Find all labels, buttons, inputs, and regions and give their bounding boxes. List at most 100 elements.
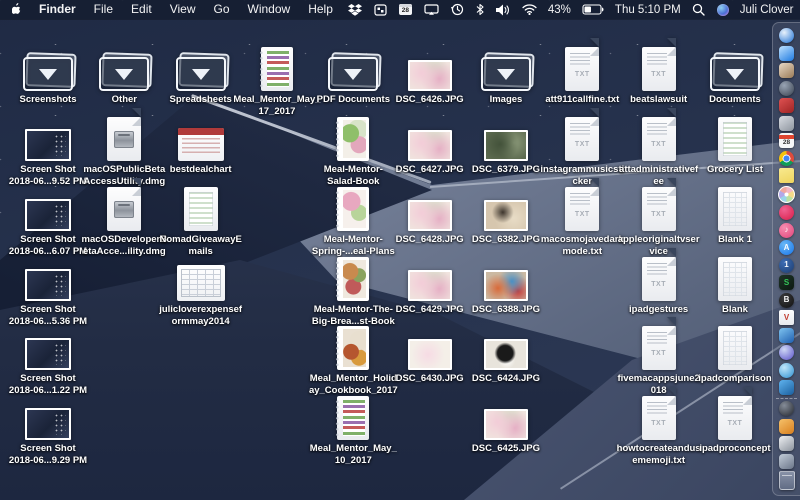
v-doc-app-dock-icon[interactable]: V: [779, 310, 794, 325]
desktop-icon-screenshots[interactable]: Screenshots: [4, 43, 92, 106]
desktop-icon-meal-mentor-spring-eal-plans[interactable]: Meal-Mentor- Spring-...eal-Plans: [309, 183, 397, 258]
desktop-icon-blank-1[interactable]: Blank 1: [691, 183, 779, 246]
stocks-dock-icon[interactable]: S: [779, 275, 794, 290]
desktop-icon-dsc-6426-jpg[interactable]: DSC_6426.JPG: [386, 43, 474, 106]
desktop-icon-ipadproconcept[interactable]: TXTipadproconcept: [691, 392, 779, 455]
window-grid-icon[interactable]: [368, 0, 393, 19]
finder-dock-icon[interactable]: [779, 46, 794, 61]
desktop-icon-dsc-6428-jpg[interactable]: DSC_6428.JPG: [386, 183, 474, 246]
desktop-icon-screen-shot-2018-06-9-29-pm[interactable]: Screen Shot 2018-06...9.29 PM: [4, 392, 92, 467]
bluetooth-icon[interactable]: [470, 0, 490, 19]
desktop-icon-screen-shot-2018-06-6-07-pm[interactable]: Screen Shot 2018-06...6.07 PM: [4, 183, 92, 258]
chrome-dock-icon[interactable]: [779, 151, 794, 166]
spotlight-search-icon[interactable]: [686, 0, 711, 19]
stack-arrow-icon: [344, 69, 362, 80]
desktop-icon-grocery-list[interactable]: Grocery List: [691, 113, 779, 176]
trash-dock-icon[interactable]: [779, 471, 795, 490]
pixelmator-dock-icon[interactable]: [779, 328, 794, 343]
desktop-icon-dsc-6425-jpg[interactable]: DSC_6425.JPG: [462, 392, 550, 455]
menu-view[interactable]: View: [161, 0, 205, 19]
b-app-dock-icon[interactable]: B: [779, 293, 794, 308]
desktop-icon-ipadgestures[interactable]: TXTipadgestures: [615, 253, 703, 316]
desktop-icon-spreadsheets[interactable]: Spreadsheets: [157, 43, 245, 106]
chat-app-dock-icon[interactable]: [779, 363, 794, 378]
face-app-dock-icon[interactable]: [779, 380, 794, 395]
desktop-icon-meal-mentor-the-big-brea-st-book[interactable]: Meal-Mentor-The- Big-Brea...st-Book: [309, 253, 397, 328]
desktop-icon-macosdeveloperb-etaacce-ility-dmg[interactable]: macOSDeveloperB etaAcce...ility.dmg: [80, 183, 168, 258]
display-airplay-icon[interactable]: [418, 0, 445, 19]
desktop-icon-dsc-6430-jpg[interactable]: DSC_6430.JPG: [386, 322, 474, 385]
desktop-icon-screen-shot-2018-06-1-22-pm[interactable]: Screen Shot 2018-06...1.22 PM: [4, 322, 92, 397]
desktop-icon-appleoriginaltvser-vice[interactable]: TXTappleoriginaltvser vice: [615, 183, 703, 258]
desktop-icon-dsc-6427-jpg[interactable]: DSC_6427.JPG: [386, 113, 474, 176]
desktop-icon-macospublicbeta-accessutility-dmg[interactable]: macOSPublicBeta AccessUtility.dmg: [80, 113, 168, 188]
volume-icon[interactable]: [490, 0, 516, 19]
itunes-dock-icon[interactable]: ♪: [779, 223, 794, 238]
dropbox-icon[interactable]: [342, 0, 368, 19]
desktop-icon-julicloverexpensef-ormmay2014[interactable]: julicloverexpensef ormmay2014: [157, 253, 245, 328]
calendar-dock-icon[interactable]: 28: [779, 133, 794, 148]
text-document-icon: TXT: [565, 47, 599, 91]
desktop-icon-ipadcomparison[interactable]: ipadcomparison: [691, 322, 779, 385]
desktop-icon-nomadgiveawaye-mails[interactable]: NomadGiveawayE mails: [157, 183, 245, 258]
preview-dock-icon[interactable]: [779, 63, 794, 78]
desktop-icon-howtocreateandus-ememoji-txt[interactable]: TXThowtocreateandus ememoji.txt: [615, 392, 703, 467]
calendar-day-number: 28: [402, 7, 409, 15]
dock-icon-glyph: V: [784, 314, 789, 322]
home-app-dock-icon[interactable]: [779, 419, 794, 434]
desktop-icon-meal-mentor-salad-book[interactable]: Meal-Mentor- Salad-Book: [309, 113, 397, 188]
menu-file[interactable]: File: [85, 0, 122, 19]
desktop-icon-meal-mentor-holid-ay-cookbook-2017[interactable]: Meal_Mentor_Holid ay_Cookbook_2017: [309, 322, 397, 397]
desktop-icon-documents[interactable]: Documents: [691, 43, 779, 106]
printer-app-dock-icon[interactable]: [779, 436, 794, 451]
apple-menu[interactable]: [0, 3, 33, 16]
time-machine-icon[interactable]: [445, 0, 470, 19]
battery-icon[interactable]: [576, 0, 610, 19]
photos-dock-icon[interactable]: [778, 186, 795, 203]
menu-edit[interactable]: Edit: [122, 0, 161, 19]
wifi-icon[interactable]: [516, 0, 543, 19]
desktop-icon-attadministrativef-ee[interactable]: TXTattadministrativef ee: [615, 113, 703, 188]
desktop-icon-dsc-6424-jpg[interactable]: DSC_6424.JPG: [462, 322, 550, 385]
menu-help[interactable]: Help: [299, 0, 342, 19]
desktop-icon-fivemacappsjune2-018[interactable]: TXTfivemacappsjune2 018: [615, 322, 703, 397]
film-reel-app-dock-icon[interactable]: [779, 401, 794, 416]
desktop-icon-meal-mentor-may-10-2017[interactable]: Meal_Mentor_May_ 10_2017: [309, 392, 397, 467]
desktop-icon-bestdealchart[interactable]: bestdealchart: [157, 113, 245, 176]
desktop-icon-instagrammusicsti-cker[interactable]: TXTinstagrammusicsti cker: [538, 113, 626, 188]
desktop-icon-other[interactable]: Other: [80, 43, 168, 106]
1password-dock-icon[interactable]: 1: [779, 258, 794, 273]
stickies-dock-icon[interactable]: [779, 168, 794, 183]
menu-bar-clock[interactable]: Thu 5:10 PM: [610, 4, 686, 16]
desktop-icon-images[interactable]: Images: [462, 43, 550, 106]
app-store-dock-icon[interactable]: A: [779, 240, 794, 255]
launchpad-dock-icon[interactable]: [779, 81, 794, 96]
news-dock-icon[interactable]: [779, 205, 794, 220]
desktop-icon-dsc-6388-jpg[interactable]: DSC_6388.JPG: [462, 253, 550, 316]
menu-finder[interactable]: Finder: [33, 0, 85, 19]
desktop-icon-screen-shot-2018-06-5-36-pm[interactable]: Screen Shot 2018-06...5.36 PM: [4, 253, 92, 328]
menu-go[interactable]: Go: [205, 0, 239, 19]
screenshot-utility-dock-icon[interactable]: [779, 116, 794, 131]
safari-dock-icon[interactable]: [779, 28, 794, 43]
desktop-icon-pdf-documents[interactable]: PDF Documents: [309, 43, 397, 106]
siri-icon[interactable]: [711, 0, 735, 19]
user-menu[interactable]: Juli Clover: [735, 4, 799, 16]
menu-window[interactable]: Window: [239, 0, 300, 19]
desktop-icon-screen-shot-2018-06-9-52-pm[interactable]: Screen Shot 2018-06...9.52 PM: [4, 113, 92, 188]
desktop-icon-blank[interactable]: Blank: [691, 253, 779, 316]
calendar-date-icon[interactable]: 28: [393, 0, 418, 19]
desktop-icon-label: DSC_6428.JPG: [396, 234, 464, 246]
desktop-icon-meal-mentor-may-17-2017[interactable]: Meal_Mentor_May_ 17_2017: [233, 43, 321, 118]
desktop-icon-dsc-6379-jpg[interactable]: DSC_6379.JPG: [462, 113, 550, 176]
dock-icon-glyph: 1: [784, 261, 788, 269]
red-pixelart-app-dock-icon[interactable]: [779, 98, 794, 113]
desktop-icon-dsc-6382-jpg[interactable]: DSC_6382.JPG: [462, 183, 550, 246]
desktop-icon-dsc-6429-jpg[interactable]: DSC_6429.JPG: [386, 253, 474, 316]
files-window-dock-icon[interactable]: [779, 454, 794, 469]
safari-tech-preview-dock-icon[interactable]: [779, 345, 794, 360]
photo-file-icon: [408, 322, 452, 370]
desktop-icon-beatslawsuit[interactable]: TXTbeatslawsuit: [615, 43, 703, 106]
desktop-icon-macosmojavedark-mode-txt[interactable]: TXTmacosmojavedark mode.txt: [538, 183, 626, 258]
desktop-icon-att911callfine-txt[interactable]: TXTatt911callfine.txt: [538, 43, 626, 106]
